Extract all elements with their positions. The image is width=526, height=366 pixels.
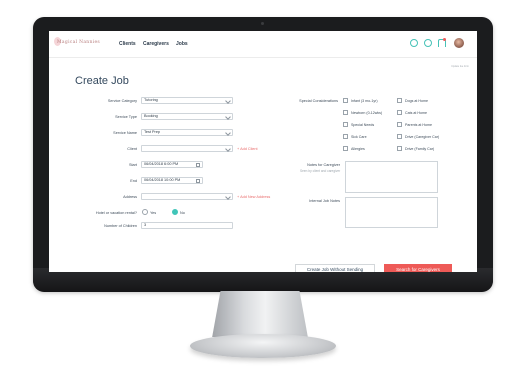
checkbox-label: Special Needs bbox=[351, 123, 375, 127]
checkbox-label: Newborn (0-12wks) bbox=[351, 111, 383, 115]
app-logo[interactable]: Magical Nannies bbox=[57, 40, 100, 45]
top-navbar: Magical Nannies Clients Caregivers Jobs bbox=[49, 31, 477, 58]
start-input[interactable]: 06/04/2018 6:00 PM bbox=[141, 161, 203, 168]
notification-dot bbox=[443, 38, 446, 41]
start-value: 06/04/2018 6:00 PM bbox=[144, 162, 179, 166]
end-input[interactable]: 06/04/2018 10:00 PM bbox=[141, 177, 203, 184]
checkbox-allergies[interactable] bbox=[343, 146, 348, 151]
service-name-value: Test Prep bbox=[144, 130, 161, 134]
hotel-label: Hotel or vacation rental? bbox=[95, 211, 137, 215]
notes-caregiver-label: Notes for Caregiver bbox=[307, 163, 340, 167]
end-label: End bbox=[130, 179, 137, 183]
checkbox-cats[interactable] bbox=[397, 110, 402, 115]
checkbox-parents[interactable] bbox=[397, 122, 402, 127]
chevron-down-icon bbox=[225, 130, 231, 136]
help-icon[interactable] bbox=[424, 39, 432, 47]
children-label: Number of Children bbox=[104, 224, 137, 228]
internal-notes-label: Internal Job Notes bbox=[309, 199, 340, 203]
avatar[interactable] bbox=[454, 38, 464, 48]
checkbox-drive-family[interactable] bbox=[397, 146, 402, 151]
checkbox-label: Sick Care bbox=[351, 135, 367, 139]
checkbox-sick-care[interactable] bbox=[343, 134, 348, 139]
internal-notes-textarea[interactable] bbox=[345, 197, 438, 228]
hotel-yes-radio[interactable] bbox=[142, 209, 148, 215]
chevron-down-icon bbox=[225, 146, 231, 152]
checkbox-label: Cats at Home bbox=[405, 111, 427, 115]
add-client-link[interactable]: + Add Client bbox=[237, 147, 258, 151]
app-screen: Magical Nannies Clients Caregivers Jobs … bbox=[49, 31, 477, 272]
settings-icon[interactable] bbox=[410, 39, 418, 47]
address-select[interactable] bbox=[141, 193, 233, 200]
service-category-label: Service Category bbox=[107, 99, 137, 103]
checkbox-label: Drive (Family Car) bbox=[405, 147, 435, 151]
checkbox-label: Parents at Home bbox=[405, 123, 432, 127]
checkbox-newborn[interactable] bbox=[343, 110, 348, 115]
service-category-value: Tutoring bbox=[144, 98, 158, 102]
checkbox-label: Allergies bbox=[351, 147, 365, 151]
start-label: Start bbox=[128, 163, 137, 167]
chevron-down-icon bbox=[225, 114, 231, 120]
calendar-icon[interactable] bbox=[196, 179, 200, 183]
checkbox-drive-caregiver[interactable] bbox=[397, 134, 402, 139]
checkbox-label: Infant (3 mo-1yr) bbox=[351, 99, 378, 103]
nav-caregivers[interactable]: Caregivers bbox=[143, 41, 169, 47]
search-caregivers-button[interactable]: Search for Caregivers bbox=[384, 264, 452, 272]
hotel-yes-label: Yes bbox=[150, 211, 157, 215]
page-title: Create Job bbox=[75, 75, 129, 87]
special-considerations-label: Special Considerations bbox=[299, 99, 338, 103]
checkbox-special-needs[interactable] bbox=[343, 122, 348, 127]
hotel-no-radio[interactable] bbox=[172, 209, 178, 215]
monitor-stand-base bbox=[190, 334, 336, 358]
children-value: 3 bbox=[144, 223, 147, 227]
notes-caregiver-sub: Seen by client and caregiver bbox=[300, 169, 341, 173]
hotel-no-label: No bbox=[180, 211, 185, 215]
client-label: Client bbox=[127, 147, 137, 151]
service-name-select[interactable]: Test Prep bbox=[141, 129, 233, 136]
checkbox-label: Dogs at Home bbox=[405, 99, 428, 103]
checkbox-label: Drive (Caregiver Car) bbox=[405, 135, 440, 139]
camera-dot bbox=[261, 22, 264, 25]
checkbox-infant[interactable] bbox=[343, 98, 348, 103]
end-value: 06/04/2018 10:00 PM bbox=[144, 178, 181, 182]
chevron-down-icon bbox=[225, 194, 231, 200]
monitor-stand-neck bbox=[212, 291, 308, 337]
checkbox-dogs[interactable] bbox=[397, 98, 402, 103]
nav-jobs[interactable]: Jobs bbox=[176, 41, 188, 47]
chevron-down-icon bbox=[225, 98, 231, 104]
nav-clients[interactable]: Clients bbox=[119, 41, 136, 47]
service-type-select[interactable]: Booking bbox=[141, 113, 233, 120]
calendar-icon[interactable] bbox=[196, 163, 200, 167]
corner-note[interactable]: Update fee form bbox=[451, 65, 469, 68]
client-select[interactable] bbox=[141, 145, 233, 152]
create-without-sending-button[interactable]: Create Job Without Sending bbox=[295, 264, 375, 272]
notes-caregiver-textarea[interactable] bbox=[345, 161, 438, 193]
service-name-label: Service Name bbox=[113, 131, 137, 135]
service-category-select[interactable]: Tutoring bbox=[141, 97, 233, 104]
address-label: Address bbox=[123, 195, 137, 199]
children-input[interactable]: 3 bbox=[141, 222, 233, 229]
service-type-label: Service Type bbox=[115, 115, 137, 119]
add-new-address-link[interactable]: + Add New Address bbox=[237, 195, 270, 199]
service-type-value: Booking bbox=[144, 114, 158, 118]
